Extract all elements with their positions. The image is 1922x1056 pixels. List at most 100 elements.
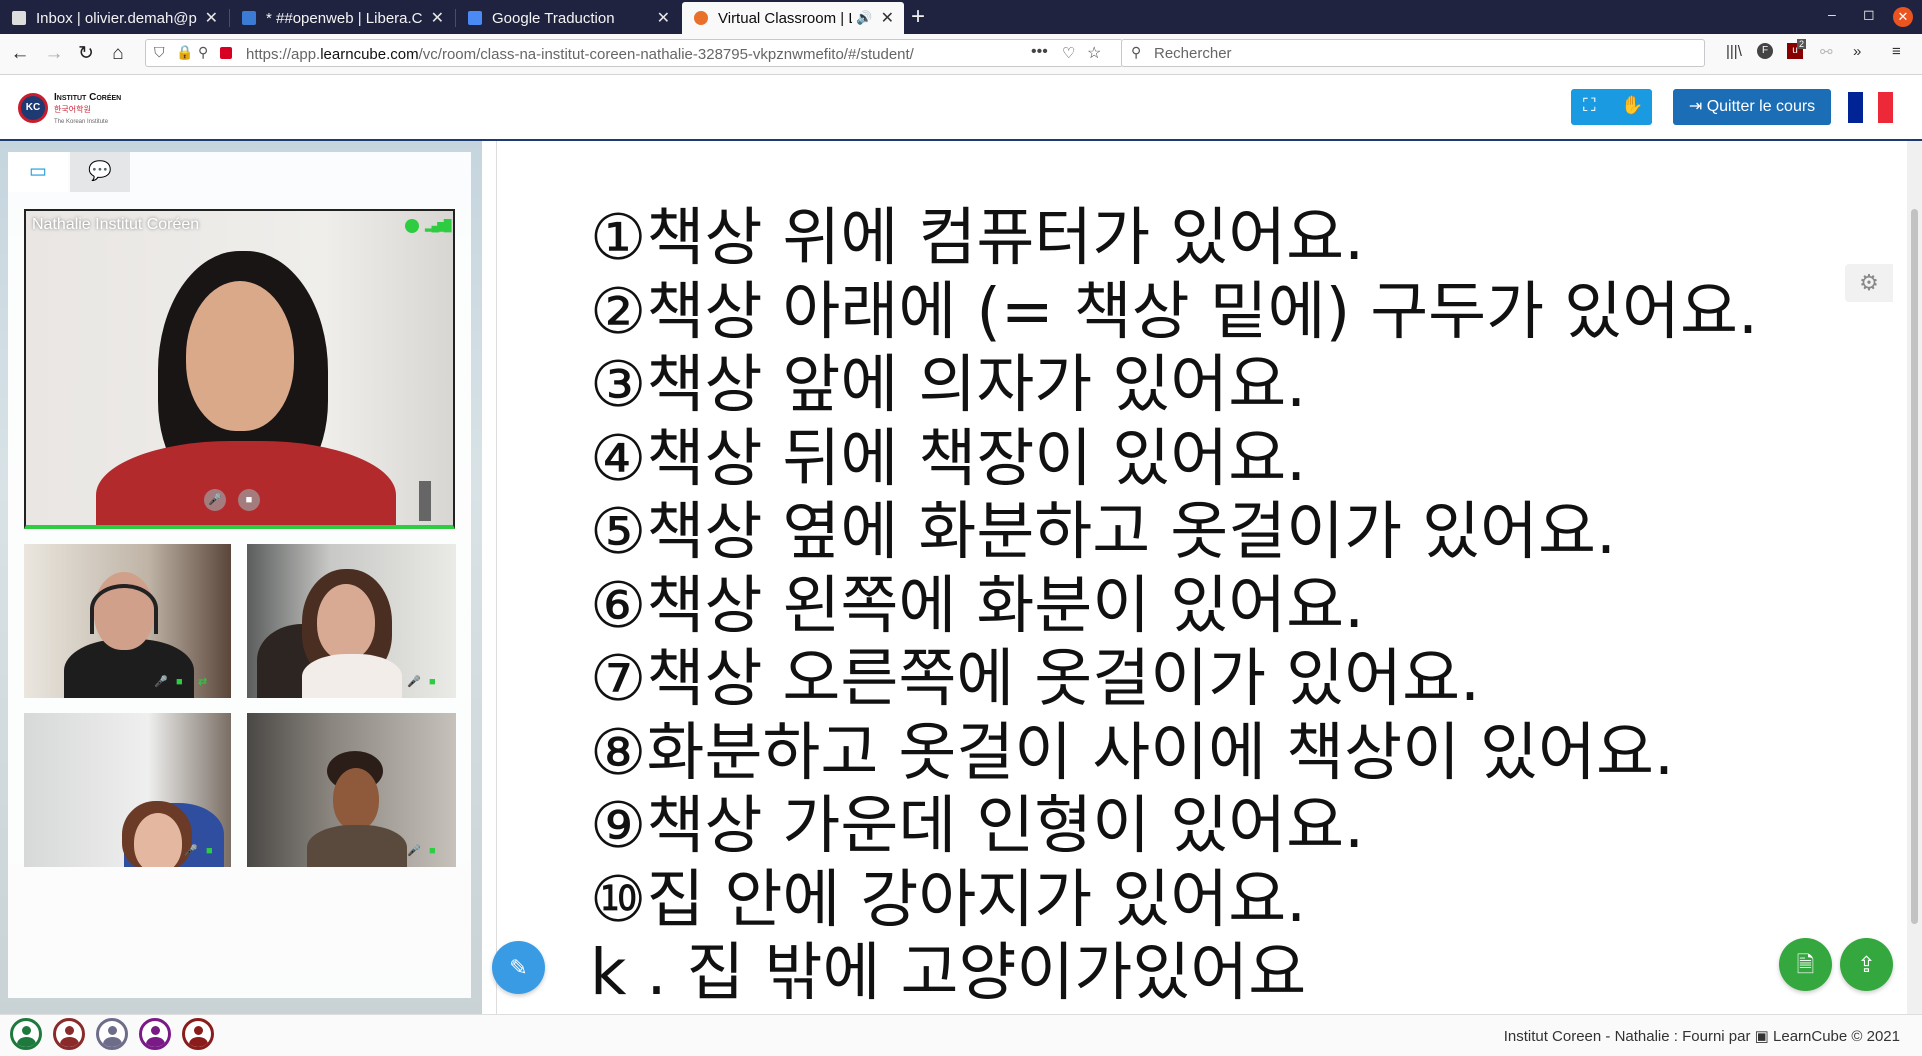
fullscreen-icon[interactable]: ⛶: [1583, 95, 1596, 116]
settings-gear-icon[interactable]: ⚙: [1845, 264, 1893, 302]
avatar[interactable]: [182, 1018, 214, 1050]
raise-hand-icon[interactable]: ✋: [1621, 95, 1643, 116]
footer-brand: LearnCube © 2021: [1773, 1028, 1900, 1045]
slide-line: ⑨책상 가운데 인형이 있어요.: [590, 789, 1365, 862]
browser-tab-virtual-classroom[interactable]: Virtual Classroom | Le 🔊 ✕: [682, 2, 904, 34]
video-person-face: [134, 813, 182, 867]
video-person-face: [317, 584, 375, 660]
camera-icon: ■: [206, 845, 213, 857]
microphone-icon: 🎤: [184, 845, 198, 857]
minimize-icon[interactable]: –: [1828, 6, 1836, 22]
slide-line: ⑥책상 왼쪽에 화분이 있어요.: [590, 568, 1365, 642]
student-video-2[interactable]: 🎤 ■: [247, 544, 456, 698]
slide-line: k . 집 밖에 고양이가있어요: [590, 936, 1307, 1009]
upload-button[interactable]: ⇪: [1840, 938, 1893, 991]
pocket-icon[interactable]: ♡: [1062, 44, 1075, 62]
page-actions-icon[interactable]: •••: [1031, 43, 1048, 61]
headset-icon: [90, 584, 158, 634]
institut-logo-text: Institut Coréen 한국어학원 The Korean Institu…: [54, 92, 121, 128]
slide-text-block: ①책상 위에 컴퓨터가 있어요. ②책상 아래에 (= 책상 밑에) 구두가 있…: [590, 201, 1758, 1010]
browser-tab-google-translate[interactable]: Google Traduction ✕: [456, 2, 680, 34]
video-person-body: [307, 825, 407, 867]
camera-sharing-icon[interactable]: [220, 47, 232, 59]
quit-class-button[interactable]: ⇥ Quitter le cours: [1673, 89, 1831, 125]
signal-strength-icon: ▂▄▆█: [425, 220, 452, 232]
close-icon[interactable]: ✕: [431, 8, 444, 28]
slide-line: ①책상 위에 컴퓨터가 있어요.: [590, 201, 1365, 274]
close-icon[interactable]: ✕: [657, 8, 670, 28]
camera-icon: ■: [429, 845, 436, 857]
translate-icon: [468, 11, 482, 25]
student-video-3[interactable]: 🎤 ■: [24, 713, 231, 867]
search-icon: ⚲: [1131, 44, 1142, 60]
tab-video[interactable]: ▭: [8, 152, 68, 192]
tab-chat[interactable]: 💬: [70, 152, 130, 192]
slide-line: ③책상 앞에 의자가 있어요.: [590, 348, 1307, 421]
extension-icon[interactable]: ⚯: [1820, 43, 1833, 61]
close-icon[interactable]: ✕: [205, 8, 218, 28]
slide-line: ⑤책상 옆에 화분하고 옷걸이가 있어요.: [590, 495, 1617, 568]
video-background-object: [419, 481, 431, 521]
tab-title: Google Traduction: [492, 9, 615, 27]
classroom-header: KC Institut Coréen 한국어학원 The Korean Inst…: [0, 75, 1922, 141]
browser-tab-strip: Inbox | olivier.demah@pr ✕ * ##openweb |…: [0, 0, 1922, 34]
upload-icon: ⇪: [1857, 952, 1876, 977]
mail-icon: [12, 11, 26, 25]
add-document-button[interactable]: 🗎: [1779, 938, 1832, 991]
footer-credits: Institut Coreen - Nathalie : Fourni par …: [1504, 1027, 1900, 1045]
speaker-icon[interactable]: 🔊: [856, 10, 872, 26]
url-bar[interactable]: ⛉ 🔒 ⚲ https://app.learncube.com/vc/room/…: [145, 39, 1123, 67]
camera-icon[interactable]: ■: [238, 489, 260, 511]
live-status-dot: [405, 219, 419, 233]
scrollbar-thumb[interactable]: [1911, 209, 1918, 924]
scrollbar[interactable]: [1907, 141, 1922, 1014]
tab-title: * ##openweb | Libera.Ch: [266, 9, 423, 27]
lock-icon[interactable]: 🔒: [176, 44, 193, 61]
firefox-account-icon[interactable]: F: [1757, 43, 1773, 59]
browser-tab-inbox[interactable]: Inbox | olivier.demah@pr ✕: [0, 2, 228, 34]
back-button[interactable]: ←: [6, 40, 34, 68]
reload-button[interactable]: ↻: [72, 40, 100, 68]
french-flag-icon[interactable]: [1848, 92, 1893, 123]
search-bar[interactable]: ⚲ Rechercher: [1121, 39, 1705, 67]
video-camera-icon: ▭: [29, 161, 47, 182]
pen-icon: ✎: [509, 955, 528, 980]
whiteboard-slide[interactable]: ①책상 위에 컴퓨터가 있어요. ②책상 아래에 (= 책상 밑에) 구두가 있…: [496, 141, 1890, 1014]
restore-icon[interactable]: ◻: [1863, 6, 1875, 23]
browser-navigation-bar: ← → ↻ ⌂ ⛉ 🔒 ⚲ https://app.learncube.com/…: [0, 34, 1922, 75]
avatar[interactable]: [53, 1018, 85, 1050]
overflow-menu-icon[interactable]: »: [1853, 43, 1861, 60]
avatar[interactable]: [96, 1018, 128, 1050]
annotate-pen-button[interactable]: ✎: [492, 941, 545, 994]
permissions-icon[interactable]: ⚲: [198, 44, 208, 61]
url-domain: learncube.com: [320, 46, 419, 63]
microphone-icon[interactable]: 🎤: [204, 489, 226, 511]
home-button[interactable]: ⌂: [104, 40, 132, 68]
avatar[interactable]: [10, 1018, 42, 1050]
camera-icon: ■: [429, 676, 436, 688]
student-video-4[interactable]: 🎤 ■: [247, 713, 456, 867]
shield-icon[interactable]: ⛉: [154, 44, 165, 61]
cube-icon: ▣: [1754, 1028, 1769, 1045]
search-placeholder: Rechercher: [1154, 45, 1232, 62]
new-tab-button[interactable]: +: [905, 2, 931, 32]
camera-icon: ■: [176, 676, 183, 688]
avatar[interactable]: [139, 1018, 171, 1050]
browser-tab-openweb[interactable]: * ##openweb | Libera.Ch ✕: [230, 2, 454, 34]
teacher-video[interactable]: Nathalie Institut Coréen ▂▄▆█ 🎤 ■: [24, 209, 455, 529]
chat-bubble-icon: 💬: [88, 161, 112, 182]
student-video-1[interactable]: 🎤 ■ ⇄: [24, 544, 231, 698]
library-icon[interactable]: |||\: [1726, 43, 1742, 60]
slide-line: ⑩집 안에 강아지가 있어요.: [590, 862, 1307, 936]
window-close-button[interactable]: ✕: [1893, 7, 1913, 27]
slide-line: ②책상 아래에 (= 책상 밑에) 구두가 있어요.: [590, 274, 1759, 348]
header-action-group: ⛶ ✋: [1571, 89, 1652, 125]
url-text[interactable]: https://app.learncube.com/vc/room/class-…: [246, 46, 914, 63]
irc-icon: [242, 11, 256, 25]
bookmark-star-icon[interactable]: ☆: [1087, 43, 1101, 63]
forward-button[interactable]: →: [40, 40, 68, 68]
video-person-face: [186, 281, 294, 431]
close-icon[interactable]: ✕: [881, 8, 894, 28]
hamburger-menu-icon[interactable]: ≡: [1892, 43, 1901, 60]
microphone-icon: 🎤: [154, 676, 168, 688]
